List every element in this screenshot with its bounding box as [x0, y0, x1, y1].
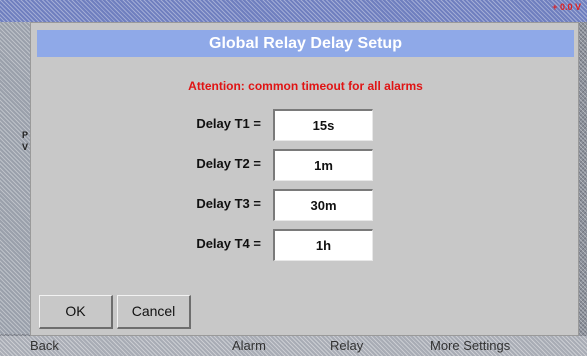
delay-t1-field[interactable]: 15s [273, 109, 373, 141]
dialog-title: Global Relay Delay Setup [37, 30, 574, 57]
delay-row-t3: Delay T3 = 30m [31, 189, 580, 221]
background-back-button[interactable]: Back [30, 338, 59, 353]
delay-row-t4: Delay T4 = 1h [31, 229, 580, 261]
delay-t2-label: Delay T2 = [196, 156, 261, 171]
ok-button[interactable]: OK [39, 295, 113, 329]
background-more-settings-button[interactable]: More Settings [430, 338, 510, 353]
background-status-bar: + 0.0 V [0, 0, 587, 22]
background-relay-button[interactable]: Relay [330, 338, 363, 353]
background-alarm-button[interactable]: Alarm [232, 338, 266, 353]
cancel-button[interactable]: Cancel [117, 295, 191, 329]
delay-t4-field[interactable]: 1h [273, 229, 373, 261]
relay-delay-dialog: Global Relay Delay Setup Attention: comm… [30, 22, 579, 336]
delay-t4-label: Delay T4 = [196, 236, 261, 251]
background-left-label: V [22, 142, 29, 152]
delay-t1-label: Delay T1 = [196, 116, 261, 131]
background-left-column: P V [0, 22, 30, 334]
background-left-label: P [22, 130, 29, 140]
delay-t2-field[interactable]: 1m [273, 149, 373, 181]
attention-message: Attention: common timeout for all alarms [188, 79, 423, 93]
delay-t3-label: Delay T3 = [196, 196, 261, 211]
background-voltage-readout: + 0.0 V [552, 2, 581, 12]
background-bottom-bar: Back Alarm Relay More Settings [0, 336, 587, 356]
delay-row-t2: Delay T2 = 1m [31, 149, 580, 181]
delay-t3-field[interactable]: 30m [273, 189, 373, 221]
delay-row-t1: Delay T1 = 15s [31, 109, 580, 141]
